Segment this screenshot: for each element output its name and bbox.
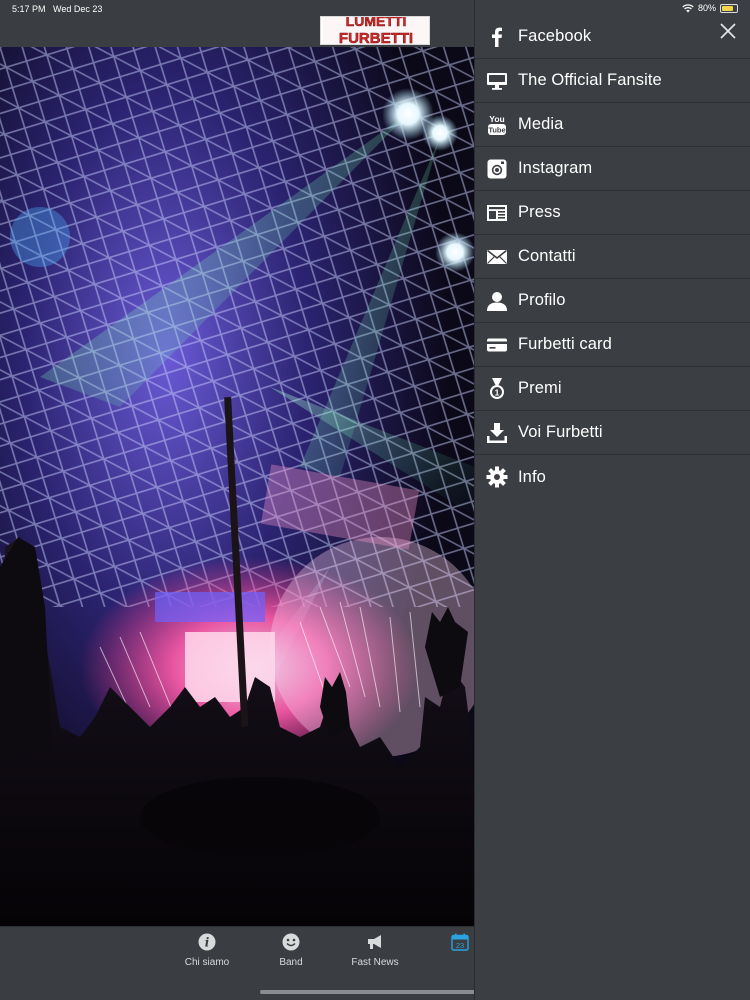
menu-item-label: Instagram [518,159,593,177]
smiley-icon [282,933,300,951]
menu-item-label: Premi [518,379,562,397]
svg-text:LUMETTI: LUMETTI [346,17,407,29]
menu-item-furbetti-card[interactable]: Furbetti card [475,323,750,367]
menu-item-voi-furbetti[interactable]: Voi Furbetti [475,411,750,455]
side-menu-list: Facebook The Official Fansite You Tube Me… [475,15,750,499]
newspaper-icon [485,201,509,225]
download-icon [485,421,509,445]
megaphone-icon [368,935,381,949]
svg-text:i: i [205,936,210,950]
menu-item-label: The Official Fansite [518,71,662,89]
info-circle-icon: i [198,933,216,951]
youtube-icon: You Tube [485,113,509,137]
svg-text:1: 1 [495,387,500,397]
credit-card-icon [485,333,509,357]
app-main: LUMETTI FURBETTI i Chi siamo Band Fast N… [0,0,475,1000]
bottom-tab-bar: i Chi siamo Band Fast News 23 [0,926,475,1000]
battery-icon [720,3,738,13]
menu-item-label: Profilo [518,291,566,309]
menu-item-press[interactable]: Press [475,191,750,235]
battery-percent: 80% [697,3,716,13]
calendar-icon: 23 [451,933,469,951]
menu-item-official-fansite[interactable]: The Official Fansite [475,59,750,103]
menu-item-label: Facebook [518,27,592,45]
facebook-icon [485,25,509,49]
status-bar: 5:17 PM Wed Dec 23 80% [0,0,750,18]
monitor-icon [485,69,509,93]
tab-fast-news[interactable]: Fast News [345,933,405,968]
status-indicators: 80% [682,3,738,13]
calendar-day: 23 [456,941,464,950]
status-date: Wed Dec 23 [53,4,103,14]
tab-label: Chi siamo [184,957,230,968]
menu-item-label: Voi Furbetti [518,423,603,441]
user-icon [485,289,509,313]
app-logo[interactable]: LUMETTI FURBETTI [320,16,430,45]
menu-item-media[interactable]: You Tube Media [475,103,750,147]
hero-concert-image [0,47,475,926]
menu-item-instagram[interactable]: Instagram [475,147,750,191]
svg-text:You: You [489,114,504,124]
menu-item-label: Info [518,467,546,486]
tab-band[interactable]: Band [261,933,321,968]
gear-icon [485,465,509,489]
menu-item-profilo[interactable]: Profilo [475,279,750,323]
status-time: 5:17 PM [12,4,46,14]
menu-item-info[interactable]: Info [475,455,750,499]
menu-item-label: Furbetti card [518,335,612,353]
menu-item-label: Media [518,115,564,133]
menu-item-premi[interactable]: 1 Premi [475,367,750,411]
tab-chi-siamo[interactable]: i Chi siamo [177,933,237,968]
tab-label: Fast News [351,957,399,968]
tab-calendar[interactable]: 23 [429,933,475,957]
menu-item-label: Press [518,203,561,221]
svg-text:Tube: Tube [488,125,505,134]
menu-item-contatti[interactable]: Contatti [475,235,750,279]
menu-item-label: Contatti [518,247,576,265]
wifi-icon [682,3,694,12]
menu-item-facebook[interactable]: Facebook [475,15,750,59]
home-indicator[interactable] [260,990,475,994]
envelope-icon [485,245,509,269]
svg-text:FURBETTI: FURBETTI [339,30,413,45]
instagram-icon [485,157,509,181]
medal-icon: 1 [485,377,509,401]
tab-label: Band [279,957,303,968]
side-menu: Facebook The Official Fansite You Tube Me… [475,0,750,1000]
